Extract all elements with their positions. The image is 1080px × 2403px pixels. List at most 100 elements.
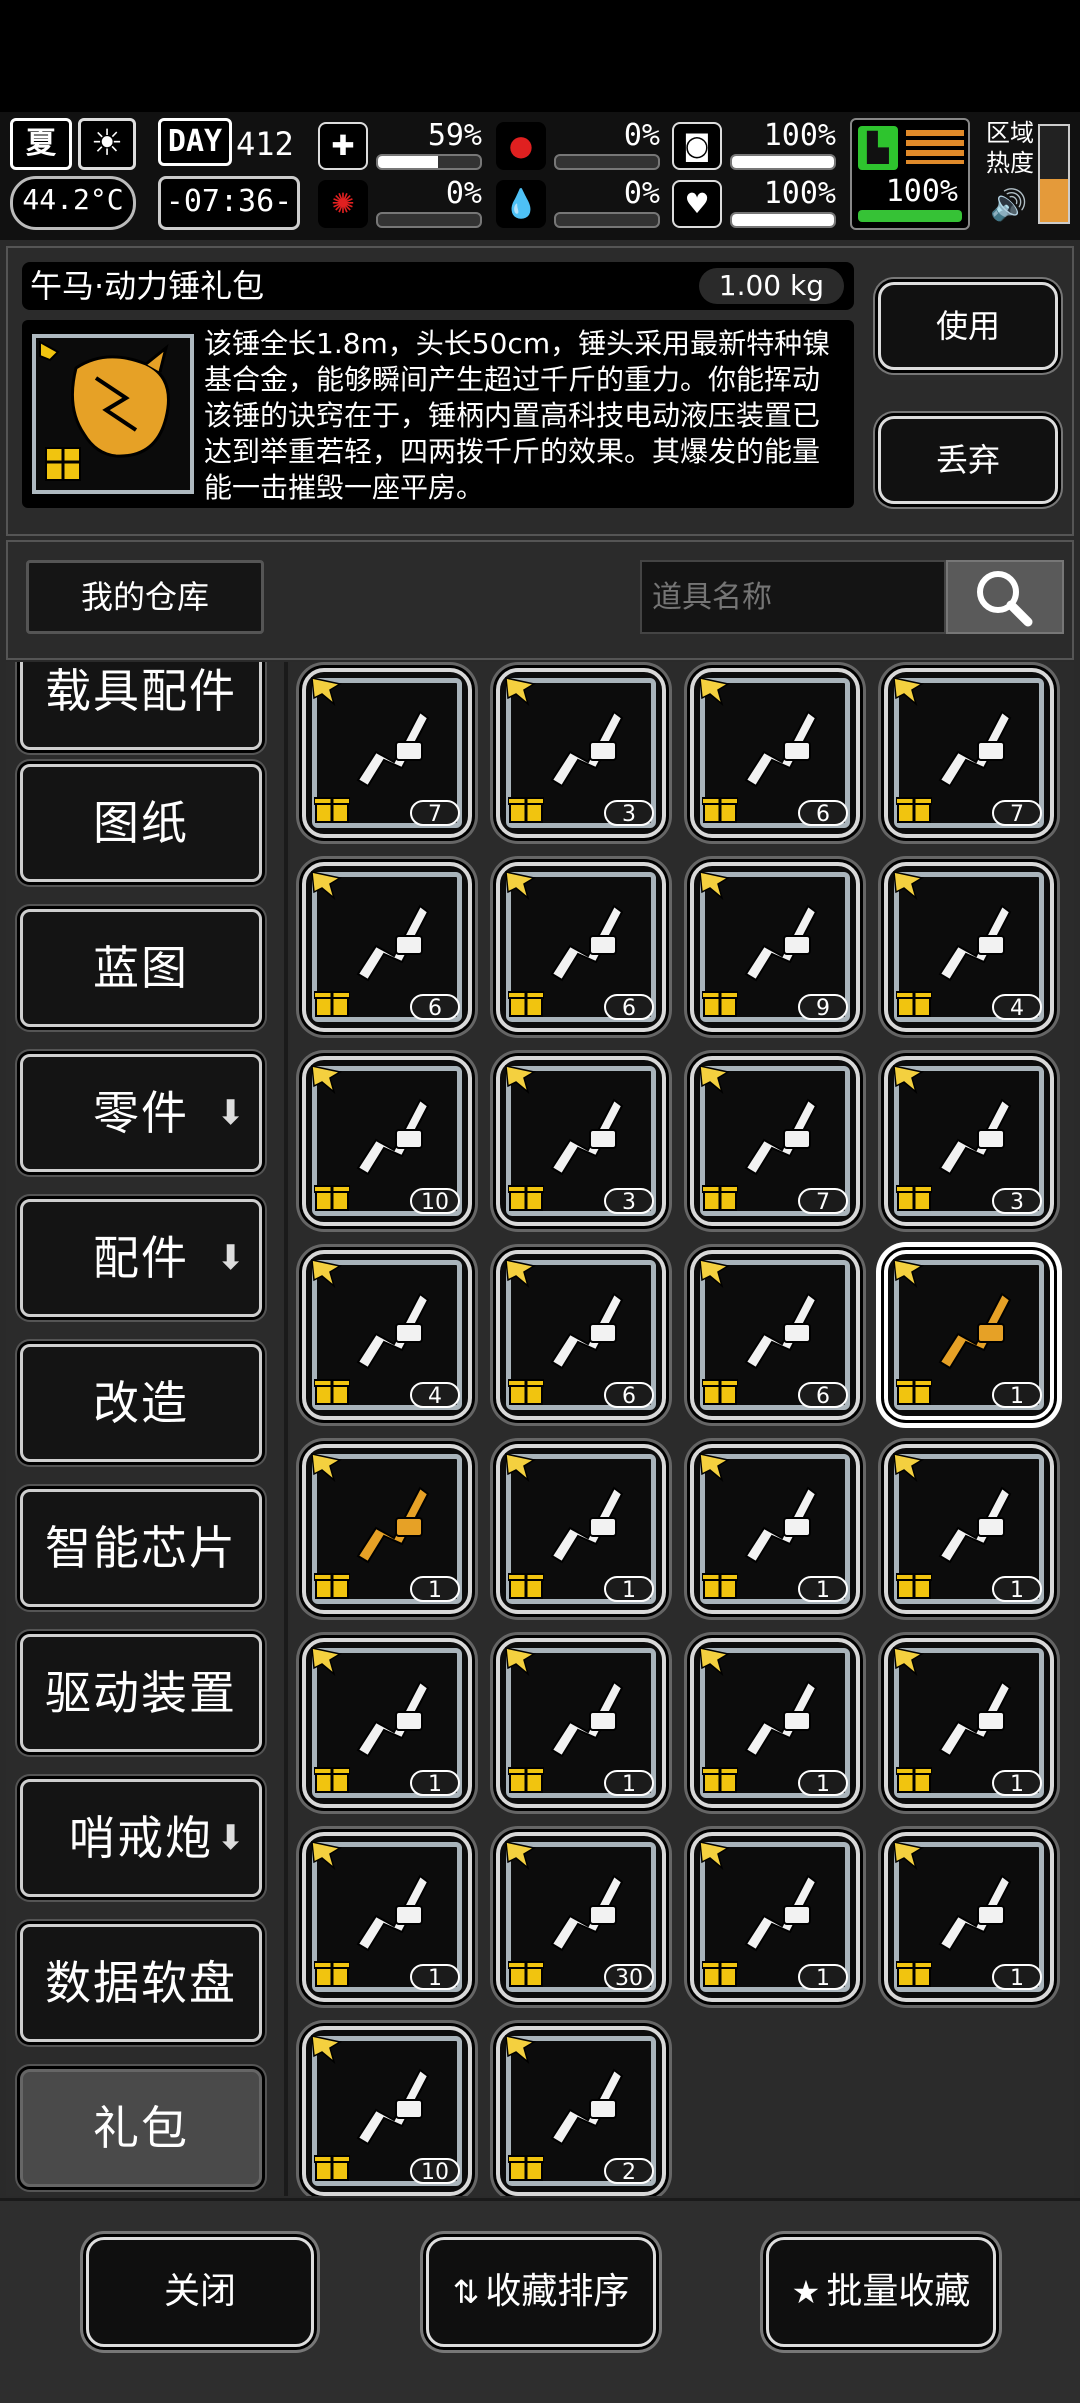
close-button[interactable]: 关闭	[86, 2237, 314, 2347]
blood-drop-icon: 💧	[496, 180, 546, 228]
item-slot[interactable]: 4	[884, 862, 1054, 1032]
my-warehouse-button[interactable]: 我的仓库	[26, 560, 264, 634]
gift-box-icon	[896, 1185, 932, 1211]
speaker-icon[interactable]: 🔊	[990, 188, 1027, 223]
item-slot[interactable]: 3	[884, 1056, 1054, 1226]
item-slot[interactable]: 1	[884, 1638, 1054, 1808]
item-slot[interactable]: 1	[884, 1444, 1054, 1614]
item-name: 午马·动力锤礼包	[30, 267, 265, 305]
item-slot[interactable]: 1	[496, 1444, 666, 1614]
sanity-value: 0%	[445, 176, 482, 211]
item-count: 7	[410, 800, 460, 827]
item-slot[interactable]: 2	[496, 2026, 666, 2196]
category-data-disks[interactable]: 数据软盘	[20, 1924, 262, 2042]
gift-box-icon	[314, 1961, 350, 1987]
gift-box-icon	[508, 991, 544, 1017]
gift-box-icon	[702, 1573, 738, 1599]
item-count: 7	[992, 800, 1042, 827]
favorite-star-icon	[893, 1065, 925, 1094]
item-grid[interactable]: 7 3 6 7 6 6 9 4 10 3 7 3 4 6 6 1 1 1 1 1 1 1 1 1 1 30 1 1 10 2	[290, 662, 1074, 2196]
favorite-star-icon	[311, 1453, 343, 1482]
favorite-star-icon	[311, 1647, 343, 1676]
body-armor-icon	[938, 904, 1012, 982]
item-slot[interactable]: 6	[690, 668, 860, 838]
item-slot[interactable]: 1	[302, 1444, 472, 1614]
category-blueprints[interactable]: 蓝图	[20, 909, 262, 1027]
category-drive-units[interactable]: 驱动装置	[20, 1634, 262, 1752]
gift-box-icon	[702, 991, 738, 1017]
use-button[interactable]: 使用	[878, 282, 1058, 370]
item-count: 3	[992, 1188, 1042, 1215]
item-search-input[interactable]	[640, 560, 946, 634]
favorite-star-icon	[699, 677, 731, 706]
item-slot[interactable]: 1	[302, 1638, 472, 1808]
knee-pads-icon	[938, 1098, 1012, 1176]
item-slot[interactable]: 3	[496, 668, 666, 838]
item-slot[interactable]: 9	[690, 862, 860, 1032]
item-slot[interactable]: 4	[302, 1250, 472, 1420]
batch-favorite-button[interactable]: ★ 批量收藏	[766, 2237, 996, 2347]
discard-button[interactable]: 丢弃	[878, 416, 1058, 504]
gift-box-icon	[896, 797, 932, 823]
item-slot[interactable]: 7	[690, 1056, 860, 1226]
item-slot[interactable]: 6	[690, 1250, 860, 1420]
health-stat: ✚ 59%	[318, 118, 488, 174]
item-slot[interactable]: 1	[496, 1638, 666, 1808]
item-slot[interactable]: 1	[884, 1250, 1054, 1420]
category-accessories[interactable]: 配件 ⬇	[20, 1199, 262, 1317]
category-sidebar[interactable]: 载具配件 图纸 蓝图 零件 ⬇ 配件 ⬇ 改造 智能芯片 驱动装置 哨戒炮 ⬇ 数据软…	[6, 662, 288, 2196]
search-button[interactable]	[946, 560, 1064, 634]
gift-box-icon	[896, 991, 932, 1017]
favorite-sort-button[interactable]: ⇅ 收藏排序	[426, 2237, 656, 2347]
item-slot[interactable]: 10	[302, 1056, 472, 1226]
item-count: 10	[410, 2158, 460, 2185]
category-drawings[interactable]: 图纸	[20, 764, 262, 882]
item-count: 1	[798, 1576, 848, 1603]
gift-box-icon	[702, 1767, 738, 1793]
temperature-readout: 44.2°C	[10, 176, 136, 230]
tactical-vest-icon	[356, 904, 430, 982]
favorite-star-icon	[505, 1647, 537, 1676]
mood-bar-fill	[732, 214, 834, 226]
zone-heat-panel[interactable]: 区域热度 🔊	[980, 118, 1074, 230]
item-slot[interactable]: 6	[496, 1250, 666, 1420]
category-parts[interactable]: 零件 ⬇	[20, 1054, 262, 1172]
category-smart-chips[interactable]: 智能芯片	[20, 1489, 262, 1607]
item-count: 10	[410, 1188, 460, 1215]
category-sentry-guns[interactable]: 哨戒炮 ⬇	[20, 1779, 262, 1897]
item-count: 1	[798, 1770, 848, 1797]
health-bar-fill	[378, 156, 439, 168]
gift-box-icon	[508, 1767, 544, 1793]
category-gift-packs[interactable]: 礼包	[20, 2069, 262, 2187]
armor-bar-fill	[732, 156, 834, 168]
item-slot[interactable]: 3	[496, 1056, 666, 1226]
category-vehicle-parts[interactable]: 载具配件	[20, 662, 262, 750]
compound-bow-icon	[744, 1098, 818, 1176]
favorite-star-icon	[893, 1647, 925, 1676]
item-count: 6	[604, 994, 654, 1021]
favorite-star-icon	[699, 1647, 731, 1676]
riot-shield-icon	[744, 710, 818, 788]
item-slot[interactable]: 6	[302, 862, 472, 1032]
gift-box-icon	[508, 1379, 544, 1405]
gift-box-icon	[314, 797, 350, 823]
day-label: DAY	[158, 118, 232, 166]
item-slot[interactable]: 30	[496, 1832, 666, 2002]
item-count: 2	[604, 2158, 654, 2185]
shield-icon: ◙	[672, 122, 722, 170]
item-slot[interactable]: 10	[302, 2026, 472, 2196]
sniper-rifle-icon	[356, 1098, 430, 1176]
item-slot[interactable]: 1	[690, 1638, 860, 1808]
heat-meter	[1038, 124, 1070, 224]
hunger-stat: ● 0%	[496, 118, 666, 174]
gift-box-icon	[896, 1767, 932, 1793]
category-modification[interactable]: 改造	[20, 1344, 262, 1462]
item-slot[interactable]: 7	[302, 668, 472, 838]
item-slot[interactable]: 6	[496, 862, 666, 1032]
item-slot[interactable]: 1	[690, 1832, 860, 2002]
item-slot[interactable]: 1	[884, 1832, 1054, 2002]
item-slot[interactable]: 7	[884, 668, 1054, 838]
item-count: 3	[604, 800, 654, 827]
item-slot[interactable]: 1	[690, 1444, 860, 1614]
item-slot[interactable]: 1	[302, 1832, 472, 2002]
